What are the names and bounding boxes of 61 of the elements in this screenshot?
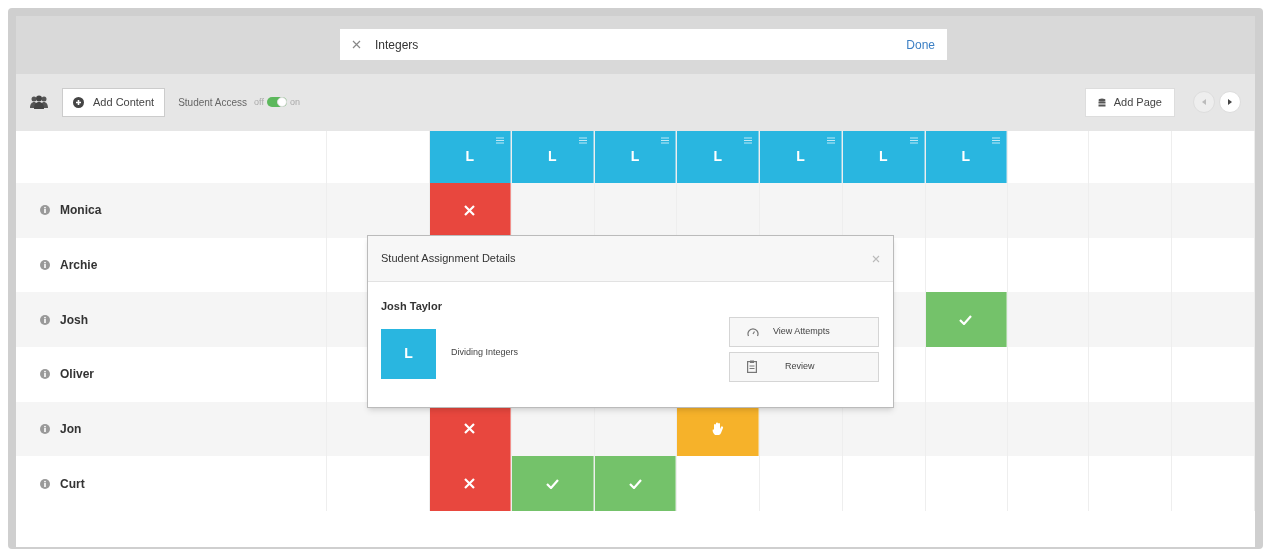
left-triangle-icon — [1202, 99, 1206, 106]
assignment-name: Dividing Integers — [451, 345, 520, 359]
cross-icon — [464, 204, 476, 216]
grade-cell[interactable] — [430, 182, 511, 238]
lesson-column-header[interactable]: L — [760, 130, 842, 183]
close-icon[interactable] — [872, 254, 880, 263]
info-icon[interactable] — [40, 423, 50, 434]
clipboard-icon — [747, 360, 757, 373]
add-content-button[interactable]: Add Content — [62, 87, 166, 117]
grade-cell[interactable] — [430, 456, 511, 511]
stack-icon — [1097, 97, 1106, 107]
hand-icon — [711, 422, 724, 436]
info-icon[interactable] — [40, 314, 50, 325]
student-name: Jon — [60, 420, 82, 438]
cross-icon — [464, 478, 476, 490]
student-name: Archie — [60, 256, 98, 274]
popover-title: Student Assignment Details — [381, 251, 517, 267]
lesson-column-header[interactable]: L — [594, 130, 677, 183]
menu-icon — [826, 136, 835, 144]
menu-icon — [991, 136, 1000, 144]
lesson-column-header[interactable]: L — [925, 130, 1007, 183]
student-name: Josh — [60, 311, 88, 329]
done-button[interactable]: Done — [906, 35, 935, 54]
check-icon — [628, 478, 642, 489]
group-icon[interactable] — [30, 95, 48, 110]
lesson-badge: L — [381, 328, 436, 379]
toggle-switch[interactable] — [266, 97, 287, 108]
menu-icon — [744, 136, 753, 144]
info-icon[interactable] — [40, 478, 50, 489]
add-page-button[interactable]: Add Page — [1084, 87, 1175, 117]
gauge-icon — [747, 326, 759, 337]
student-name: Oliver — [60, 366, 95, 384]
lesson-column-header[interactable]: L — [430, 130, 511, 183]
student-full-name: Josh Taylor — [381, 299, 443, 314]
student-access-label: Student Access — [178, 95, 248, 110]
plus-icon — [73, 96, 84, 108]
grade-cell[interactable] — [925, 292, 1007, 347]
menu-icon — [578, 136, 587, 144]
student-name: Monica — [60, 202, 102, 220]
lesson-column-header[interactable]: L — [677, 130, 760, 183]
right-triangle-icon — [1228, 99, 1232, 106]
next-button[interactable] — [1219, 91, 1241, 114]
menu-icon — [661, 136, 670, 144]
lesson-column-header[interactable]: L — [511, 130, 594, 183]
grade-cell[interactable] — [594, 456, 677, 511]
popover-action-button[interactable]: View Attempts — [729, 316, 879, 347]
clear-icon[interactable] — [352, 40, 361, 50]
search-field[interactable]: Integers Done — [340, 29, 947, 61]
grade-cell[interactable] — [511, 456, 594, 511]
info-icon[interactable] — [40, 259, 50, 270]
check-icon — [959, 314, 973, 325]
info-icon[interactable] — [40, 369, 50, 380]
cross-icon — [464, 423, 476, 435]
lesson-column-header[interactable]: L — [842, 130, 925, 183]
student-name: Curt — [60, 475, 85, 493]
menu-icon — [495, 136, 504, 144]
check-icon — [545, 478, 559, 489]
menu-icon — [909, 136, 918, 144]
popover-action-button[interactable]: Review — [729, 351, 879, 382]
info-icon[interactable] — [40, 205, 50, 216]
search-value: Integers — [375, 36, 420, 54]
